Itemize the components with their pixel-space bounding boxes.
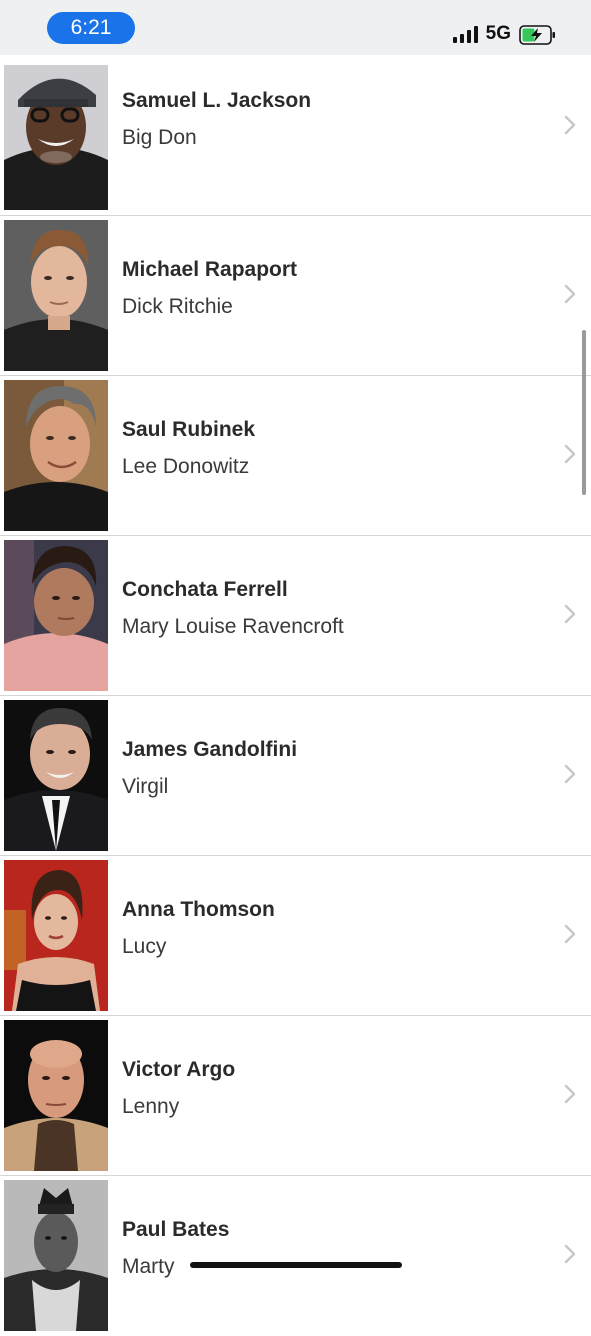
cast-row-conchata-ferrell[interactable]: Conchata Ferrell Mary Louise Ravencroft	[0, 536, 591, 696]
cast-row-samuel-l-jackson[interactable]: Samuel L. Jackson Big Don	[0, 55, 591, 216]
character-name: Virgil	[122, 775, 169, 798]
actor-name: Victor Argo	[122, 1058, 236, 1081]
cast-row-michael-rapaport[interactable]: Michael Rapaport Dick Ritchie	[0, 216, 591, 376]
scrollbar[interactable]	[582, 330, 586, 495]
actor-photo	[4, 220, 108, 371]
cast-row-paul-bates[interactable]: Paul Bates Marty	[0, 1176, 591, 1336]
battery-charging-icon	[519, 25, 555, 45]
character-name: Mary Louise Ravencroft	[122, 615, 344, 638]
chevron-right-icon	[564, 764, 576, 784]
cellular-signal-icon	[452, 25, 478, 43]
actor-photo	[4, 65, 108, 210]
chevron-right-icon	[564, 1084, 576, 1104]
character-name: Lee Donowitz	[122, 455, 250, 478]
actor-name: Conchata Ferrell	[122, 578, 288, 601]
actor-name: Saul Rubinek	[122, 418, 256, 441]
home-indicator[interactable]	[190, 1262, 402, 1268]
chevron-right-icon	[564, 115, 576, 135]
actor-photo	[4, 860, 108, 1011]
actor-name: Samuel L. Jackson	[122, 89, 312, 112]
cast-row-anna-thomson[interactable]: Anna Thomson Lucy	[0, 856, 591, 1016]
actor-name: Anna Thomson	[122, 898, 275, 921]
character-name: Marty	[122, 1255, 175, 1278]
cast-row-james-gandolfini[interactable]: James Gandolfini Virgil	[0, 696, 591, 856]
actor-photo	[4, 540, 108, 691]
cast-row-saul-rubinek[interactable]: Saul Rubinek Lee Donowitz	[0, 376, 591, 536]
character-name: Dick Ritchie	[122, 295, 233, 318]
actor-name: Michael Rapaport	[122, 258, 298, 281]
actor-photo	[4, 1180, 108, 1331]
status-indicators: 5G	[452, 22, 555, 46]
actor-photo	[4, 380, 108, 531]
character-name: Lenny	[122, 1095, 180, 1118]
character-name: Big Don	[122, 126, 197, 149]
chevron-right-icon	[564, 444, 576, 464]
actor-name: Paul Bates	[122, 1218, 230, 1241]
network-type-label: 5G	[485, 23, 511, 44]
chevron-right-icon	[564, 284, 576, 304]
chevron-right-icon	[564, 924, 576, 944]
character-name: Lucy	[122, 935, 167, 958]
actor-name: James Gandolfini	[122, 738, 298, 761]
status-time: 6:21	[47, 12, 135, 44]
actor-photo	[4, 1020, 108, 1171]
cast-row-victor-argo[interactable]: Victor Argo Lenny	[0, 1016, 591, 1176]
actor-photo	[4, 700, 108, 851]
chevron-right-icon	[564, 604, 576, 624]
chevron-right-icon	[564, 1244, 576, 1264]
